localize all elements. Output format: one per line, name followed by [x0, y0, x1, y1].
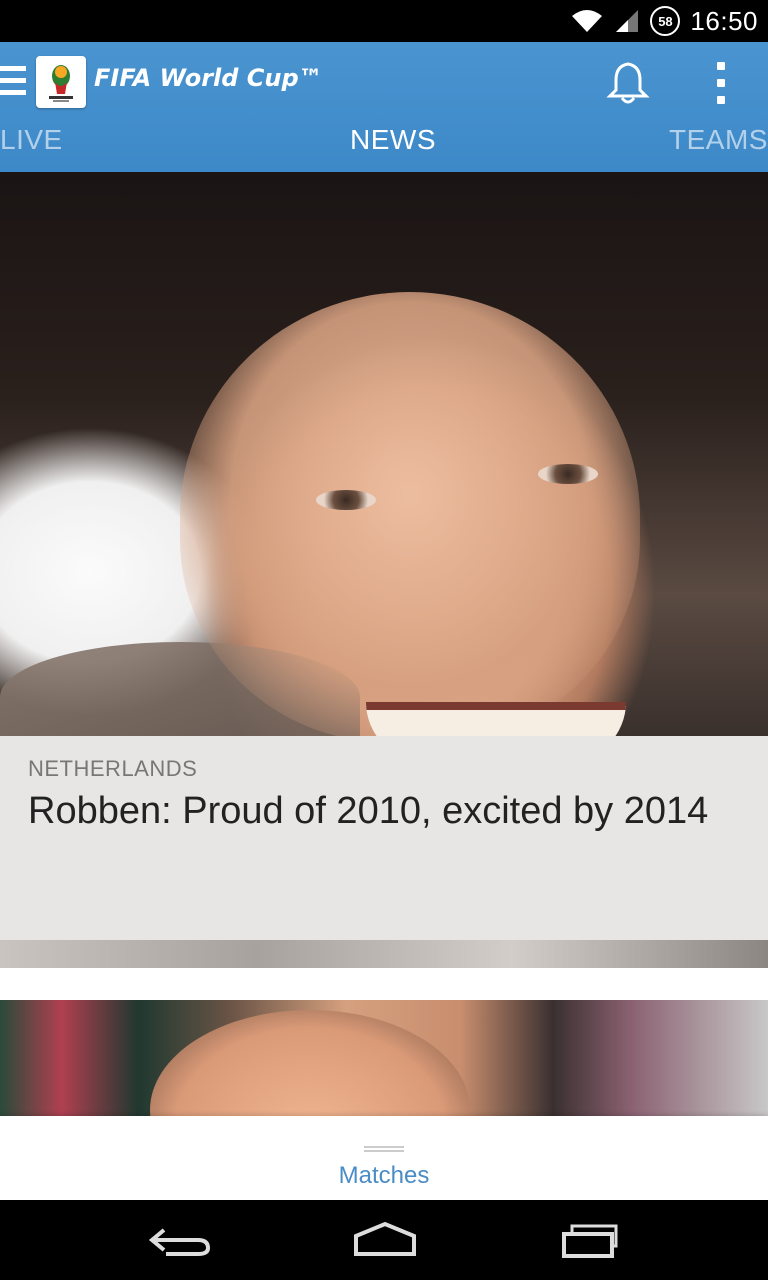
matches-label[interactable]: Matches [0, 1162, 768, 1190]
card-shadow-band [0, 940, 768, 968]
news-card[interactable]: NETHERLANDS Robben: Proud of 2010, excit… [0, 736, 768, 940]
tab-bar: LIVE NEWS TEAMS [0, 122, 768, 166]
photo-face [180, 292, 640, 742]
news-headline[interactable]: Robben: Proud of 2010, excited by 2014 [28, 790, 708, 833]
battery-level: 58 [658, 13, 673, 29]
status-icons: 58 16:50 [570, 0, 758, 42]
bell-icon[interactable] [606, 60, 650, 106]
tab-teams[interactable]: TEAMS [669, 124, 768, 156]
back-icon[interactable] [146, 1220, 216, 1260]
menu-icon[interactable] [0, 66, 26, 102]
photo-head [150, 1010, 470, 1120]
news-hero-image[interactable] [0, 172, 768, 762]
fifa-logo[interactable] [36, 56, 86, 108]
status-bar: 58 16:50 [0, 0, 768, 42]
signal-icon [616, 10, 639, 32]
battery-icon: 58 [650, 6, 681, 36]
photo-eye-left [316, 490, 376, 510]
clock: 16:50 [690, 5, 758, 36]
drag-handle-icon[interactable] [364, 1146, 404, 1152]
app-title: FIFA World Cup™ [94, 64, 323, 92]
photo-eye-right [538, 464, 598, 484]
home-icon[interactable] [350, 1220, 420, 1260]
app-bar: FIFA World Cup™ LIVE NEWS TEAMS [0, 42, 768, 172]
wifi-icon [572, 10, 603, 32]
overflow-menu-icon[interactable] [714, 62, 728, 104]
news-category: NETHERLANDS [28, 756, 198, 781]
tab-news[interactable]: NEWS [350, 124, 436, 156]
news-card-image-2[interactable] [0, 1000, 768, 1120]
recents-icon[interactable] [556, 1220, 626, 1260]
tab-live[interactable]: LIVE [0, 124, 63, 156]
matches-drawer[interactable]: Matches [0, 1116, 768, 1200]
news-feed[interactable]: NETHERLANDS Robben: Proud of 2010, excit… [0, 172, 768, 1200]
system-nav-bar [0, 1200, 768, 1280]
